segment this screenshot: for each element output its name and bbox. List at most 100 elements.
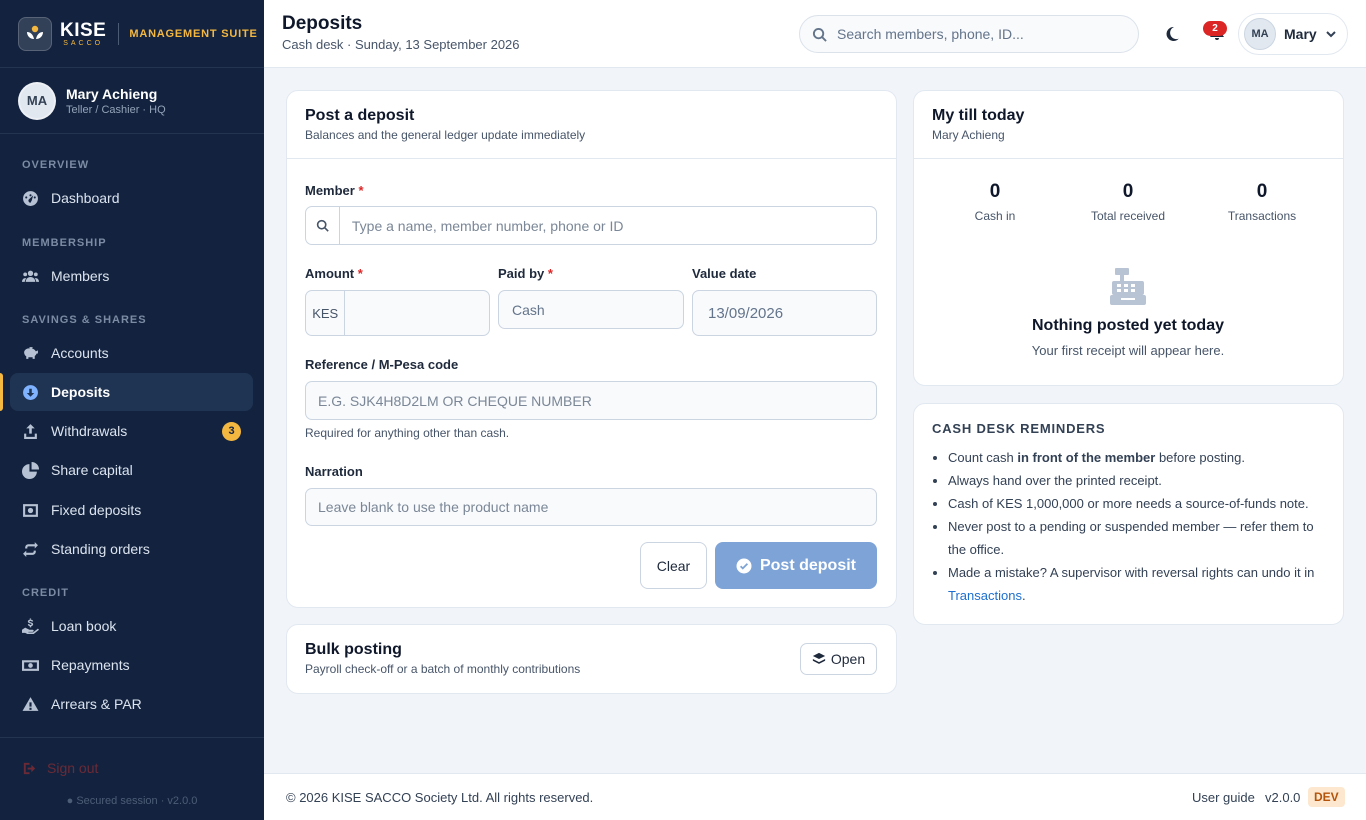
page-title: Deposits xyxy=(282,13,363,34)
avatar: MA xyxy=(1244,18,1276,50)
sign-out-link[interactable]: Sign out xyxy=(22,760,98,776)
users-icon xyxy=(22,270,39,282)
card-title: Post a deposit xyxy=(305,107,415,124)
warning-icon xyxy=(22,696,39,711)
paid-by-label: Paid by * xyxy=(498,266,553,281)
card-subtitle: Balances and the general ledger update i… xyxy=(305,128,586,142)
amount-field[interactable]: KES xyxy=(305,290,490,336)
member-search-input[interactable] xyxy=(339,207,876,244)
user-menu-name: Mary xyxy=(1284,26,1317,42)
till-card: My till today Mary Achieng 0 Cash in 0 T… xyxy=(913,90,1344,386)
sidebar-item-fixed-deposits[interactable]: Fixed deposits xyxy=(10,491,253,529)
brand-name: KISE xyxy=(60,19,107,41)
version-label: v2.0.0 xyxy=(1265,790,1301,805)
chevron-down-icon xyxy=(1325,31,1336,38)
amount-label: Amount * xyxy=(305,266,363,281)
nav-section-overview: OVERVIEW xyxy=(22,159,90,171)
sidebar-item-dashboard[interactable]: Dashboard xyxy=(10,179,253,217)
pie-chart-icon xyxy=(22,461,39,479)
transactions-link[interactable]: Transactions xyxy=(948,588,1022,603)
arrow-down-circle-icon xyxy=(23,384,38,400)
withdrawals-badge: 3 xyxy=(222,421,241,441)
value-date-field[interactable]: 13/09/2026 xyxy=(692,290,877,336)
nav-section-credit: CREDIT xyxy=(22,587,69,599)
sidebar-item-standing-orders[interactable]: Standing orders xyxy=(10,530,253,568)
list-item: Always hand over the printed receipt. xyxy=(948,469,1328,492)
money-bill-icon xyxy=(22,659,39,671)
repeat-icon xyxy=(23,541,38,557)
post-deposit-button[interactable]: Post deposit xyxy=(715,542,877,589)
list-item: Never post to a pending or suspended mem… xyxy=(948,515,1328,561)
narration-label: Narration xyxy=(305,464,363,479)
currency-prefix: KES xyxy=(306,291,346,335)
secured-session-note: ● Secured session · v2.0.0 xyxy=(66,795,198,807)
member-field[interactable] xyxy=(305,206,877,245)
user-name: Mary Achieng xyxy=(66,85,158,102)
env-badge: DEV xyxy=(1308,787,1345,807)
page-footer: © 2026 KISE SACCO Society Ltd. All right… xyxy=(264,773,1366,820)
sign-out-icon xyxy=(23,762,36,774)
sacco-logo-icon xyxy=(18,16,52,51)
user-role: Teller / Cashier · HQ xyxy=(66,103,166,116)
sidebar-item-deposits[interactable]: Deposits xyxy=(10,373,253,411)
sidebar-footer: Sign out ● Secured session · v2.0.0 xyxy=(0,737,264,807)
sidebar-item-repayments[interactable]: Repayments xyxy=(10,646,253,684)
reminders-list: Count cash in front of the member before… xyxy=(948,446,1328,607)
user-menu[interactable]: MA Mary xyxy=(1238,13,1348,55)
user-guide-link[interactable]: User guide xyxy=(1192,790,1255,805)
member-label: Member * xyxy=(305,183,364,198)
reference-label: Reference / M-Pesa code xyxy=(305,357,459,372)
piggy-bank-icon xyxy=(24,346,38,359)
narration-field[interactable] xyxy=(305,488,877,526)
nav-section-membership: MEMBERSHIP xyxy=(22,237,107,249)
page-subtitle: Cash desk · Sunday, 13 September 2026 xyxy=(282,37,520,52)
notification-badge: 2 xyxy=(1203,21,1227,36)
amount-input[interactable] xyxy=(345,291,489,335)
sidebar-item-share-capital[interactable]: Share capital xyxy=(10,451,253,489)
reminders-title: CASH DESK REMINDERS xyxy=(932,421,1106,436)
post-deposit-card: Post a deposit Balances and the general … xyxy=(286,90,897,608)
open-bulk-button[interactable]: Open xyxy=(800,643,877,675)
brand-suite: MANAGEMENT SUITE xyxy=(129,27,258,40)
clear-button[interactable]: Clear xyxy=(640,542,707,589)
brand[interactable]: KISE SACCO MANAGEMENT SUITE xyxy=(0,0,264,68)
avatar: MA xyxy=(18,81,56,120)
list-item: Made a mistake? A supervisor with revers… xyxy=(948,561,1328,607)
brand-tag: SACCO xyxy=(63,39,104,47)
search-icon xyxy=(812,27,827,42)
reference-help: Required for anything other than cash. xyxy=(305,426,510,440)
reminders-card: CASH DESK REMINDERS Count cash in front … xyxy=(913,403,1344,625)
gauge-icon xyxy=(23,190,38,206)
empty-state-title: Nothing posted yet today xyxy=(1032,317,1224,334)
sidebar-user: MA Mary Achieng Teller / Cashier · HQ xyxy=(0,68,264,134)
narration-input[interactable] xyxy=(306,489,876,525)
list-item: Count cash in front of the member before… xyxy=(948,446,1328,469)
search-icon xyxy=(316,219,329,232)
reference-field[interactable] xyxy=(305,381,877,420)
hand-holding-dollar-icon xyxy=(22,618,39,634)
sidebar-item-withdrawals[interactable]: Withdrawals 3 xyxy=(10,412,253,450)
bulk-title: Bulk posting xyxy=(305,641,402,658)
stat-transactions: 0 Transactions xyxy=(1227,181,1297,223)
value-date-label: Value date xyxy=(692,266,757,281)
stat-total-received: 0 Total received xyxy=(1090,181,1166,223)
layers-icon xyxy=(812,652,825,664)
till-title: My till today xyxy=(932,107,1025,124)
sidebar-item-accounts[interactable]: Accounts xyxy=(10,334,253,372)
reference-input[interactable] xyxy=(306,382,876,419)
global-search[interactable] xyxy=(799,15,1139,53)
sidebar-item-members[interactable]: Members xyxy=(10,257,253,295)
cash-register-icon xyxy=(1110,268,1146,305)
vault-icon xyxy=(23,503,38,517)
list-item: Cash of KES 1,000,000 or more needs a so… xyxy=(948,492,1328,515)
bulk-subtitle: Payroll check-off or a batch of monthly … xyxy=(305,662,581,676)
moon-icon[interactable] xyxy=(1162,24,1182,44)
till-subtitle: Mary Achieng xyxy=(932,128,1005,142)
copyright: © 2026 KISE SACCO Society Ltd. All right… xyxy=(286,790,594,805)
upload-icon xyxy=(24,423,37,439)
empty-state-subtitle: Your first receipt will appear here. xyxy=(1031,343,1225,358)
search-input[interactable] xyxy=(837,26,1127,42)
sidebar-item-loan-book[interactable]: Loan book xyxy=(10,607,253,645)
sidebar-item-arrears[interactable]: Arrears & PAR xyxy=(10,685,253,723)
paid-by-select[interactable]: Cash xyxy=(498,290,684,329)
